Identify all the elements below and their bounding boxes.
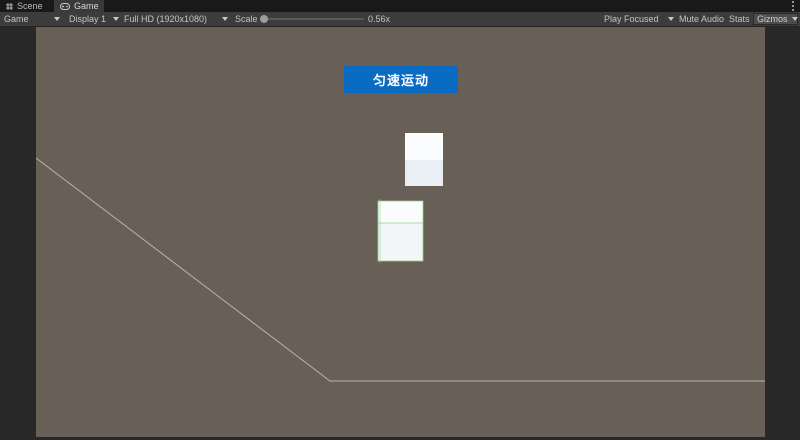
mute-audio-toggle[interactable]: Mute Audio	[679, 12, 724, 26]
display-dropdown[interactable]: Display 1	[69, 12, 119, 26]
resolution-label: Full HD (1920x1080)	[124, 14, 208, 24]
gamepad-icon	[60, 2, 70, 10]
resolution-dropdown[interactable]: Full HD (1920x1080)	[124, 12, 228, 26]
game-view-toolbar: Game Display 1 Full HD (1920x1080) Scale…	[0, 12, 800, 27]
game-viewport[interactable]: 匀速运动	[36, 27, 765, 437]
tab-scene[interactable]: Scene	[0, 0, 52, 12]
grid-icon	[6, 2, 13, 10]
chevron-down-icon	[222, 17, 228, 21]
upper-cube	[405, 133, 443, 186]
gizmos-dropdown[interactable]: Gizmos	[753, 13, 798, 25]
scale-slider-track[interactable]	[264, 18, 364, 20]
display-label: Display 1	[69, 14, 107, 24]
editor-tab-bar: Scene Game	[0, 0, 800, 12]
tab-game[interactable]: Game	[54, 0, 104, 12]
gizmos-label: Gizmos	[757, 14, 788, 24]
scale-value: 0.56x	[368, 14, 391, 24]
ground-edge-line	[36, 157, 765, 382]
view-mode-label: Game	[4, 14, 29, 24]
selected-cube	[377, 199, 424, 263]
view-mode-dropdown[interactable]: Game	[4, 12, 62, 26]
chevron-down-icon	[791, 17, 798, 21]
tab-scene-label: Scene	[17, 1, 43, 11]
play-mode-dropdown[interactable]: Play Focused	[604, 12, 674, 26]
play-mode-label: Play Focused	[604, 14, 659, 24]
scale-slider-thumb[interactable]	[260, 15, 268, 23]
tab-game-label: Game	[74, 1, 99, 11]
stats-toggle[interactable]: Stats	[729, 12, 750, 26]
scale-label: Scale	[235, 14, 258, 24]
chevron-down-icon	[54, 17, 60, 21]
uniform-motion-button[interactable]: 匀速运动	[344, 66, 458, 93]
more-options-icon[interactable]	[790, 1, 796, 11]
chevron-down-icon	[668, 17, 674, 21]
chevron-down-icon	[113, 17, 119, 21]
